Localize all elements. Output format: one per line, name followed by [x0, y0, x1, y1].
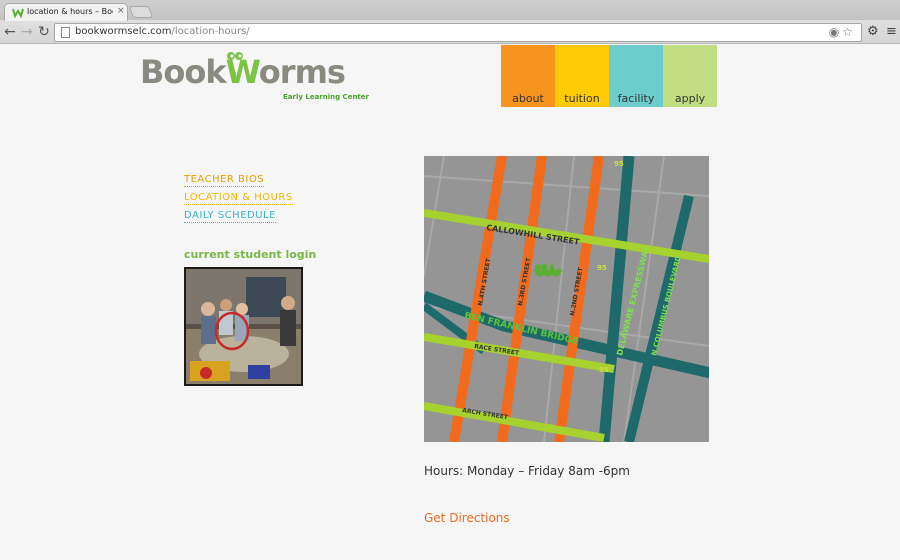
bookworms-logo[interactable]: BookWorms Early Learning Center [140, 52, 369, 105]
sidebar-link-daily-schedule[interactable]: DAILY SCHEDULE [184, 210, 276, 223]
bookworms-favicon-icon [12, 8, 24, 18]
browser-chrome: location & hours – Book W × ← → ↻ bookwo… [0, 0, 900, 44]
location-map[interactable]: CALLOWHILL STREET BEN FRANKLIN BRIDGE RA… [424, 156, 709, 442]
main-nav: about tuition facility apply [501, 45, 717, 107]
settings-gear-icon[interactable]: ⚙ [867, 24, 879, 39]
street-map-image: CALLOWHILL STREET BEN FRANKLIN BRIDGE RA… [424, 156, 709, 442]
sidebar-link-location-hours[interactable]: LOCATION & HOURS [184, 192, 293, 205]
forward-arrow-icon[interactable]: → [19, 24, 35, 40]
map-label-route-95: 95 [599, 366, 609, 374]
reload-icon[interactable]: ↻ [36, 24, 52, 40]
logo-subtitle: Early Learning Center [283, 93, 369, 101]
classroom-photo-image [186, 269, 301, 384]
nav-facility[interactable]: facility [609, 45, 663, 107]
sidebar-links: TEACHER BIOS LOCATION & HOURS DAILY SCHE… [184, 174, 293, 228]
tab-title: location & hours – Book W [27, 7, 113, 16]
map-label-route-95: 95 [597, 264, 607, 272]
page-content: BookWorms Early Learning Center about tu… [0, 45, 900, 560]
menu-icon[interactable]: ≡ [886, 24, 897, 39]
url-text: bookwormselc.com/location-hours/ [75, 26, 250, 37]
business-hours: Hours: Monday – Friday 8am -6pm [424, 464, 630, 478]
get-directions-link[interactable]: Get Directions [424, 511, 510, 525]
nav-apply[interactable]: apply [663, 45, 717, 107]
student-login-heading[interactable]: current student login [184, 248, 316, 261]
browser-tab[interactable]: location & hours – Book W × [4, 3, 128, 21]
nav-tuition[interactable]: tuition [555, 45, 609, 107]
tab-close-icon[interactable]: × [117, 6, 125, 16]
bookmark-star-icon[interactable]: ◉☆ [829, 25, 856, 39]
address-bar[interactable]: bookwormselc.com/location-hours/ ◉☆ [54, 23, 862, 42]
worm-eyes-icon [227, 52, 243, 60]
browser-toolbar: ← → ↻ bookwormselc.com/location-hours/ ◉… [0, 21, 900, 44]
new-tab-button[interactable] [128, 6, 154, 18]
page-icon [61, 27, 70, 38]
sidebar-link-teacher-bios[interactable]: TEACHER BIOS [184, 174, 265, 187]
back-arrow-icon[interactable]: ← [2, 24, 18, 40]
map-label-route-95: 95 [614, 160, 624, 168]
tab-strip: location & hours – Book W × [0, 0, 900, 21]
student-login-photo[interactable] [184, 267, 303, 386]
nav-about[interactable]: about [501, 45, 555, 107]
